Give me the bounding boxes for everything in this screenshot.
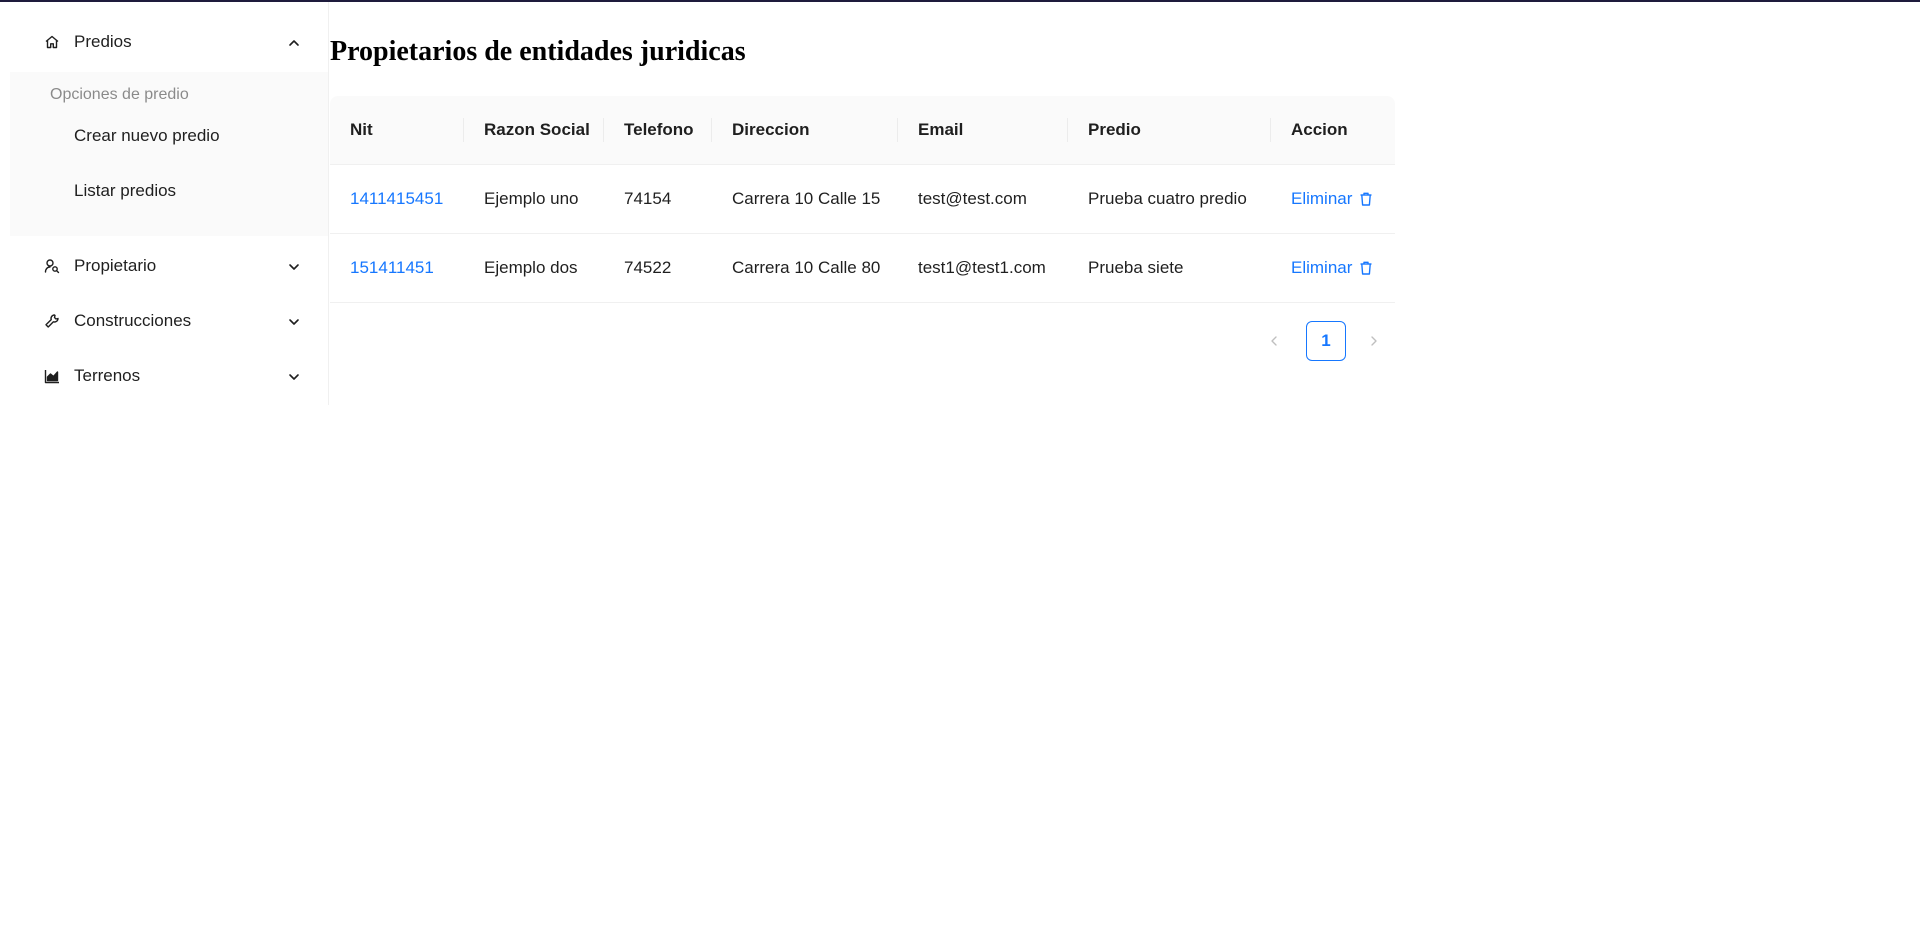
predios-submenu: Opciones de predio Crear nuevo predio Li… bbox=[10, 72, 328, 236]
cell-email: test@test.com bbox=[898, 164, 1068, 234]
sidebar-item-label: Predios bbox=[74, 32, 132, 51]
cell-nit: 151411451 bbox=[330, 233, 464, 303]
sidebar-item-propietario[interactable]: Propietario bbox=[10, 246, 328, 286]
chevron-right-icon bbox=[1371, 336, 1377, 346]
cell-predio: Prueba siete bbox=[1068, 233, 1271, 303]
cell-predio: Prueba cuatro predio bbox=[1068, 164, 1271, 234]
cell-accion: Eliminar bbox=[1271, 164, 1395, 234]
sidebar-item-terrenos[interactable]: Terrenos bbox=[10, 356, 328, 396]
page-title: Propietarios de entidades juridicas bbox=[330, 36, 746, 67]
eliminar-button[interactable]: Eliminar bbox=[1291, 258, 1374, 278]
chevron-down-icon bbox=[288, 370, 300, 382]
pagination-prev-button[interactable] bbox=[1258, 321, 1290, 361]
sidebar-item-label: Construcciones bbox=[74, 311, 192, 330]
column-header-telefono: Telefono bbox=[604, 96, 712, 165]
cell-telefono: 74154 bbox=[604, 164, 712, 234]
cell-direccion: Carrera 10 Calle 80 bbox=[712, 233, 898, 303]
column-header-razon-social: Razon Social bbox=[464, 96, 604, 165]
wrench-icon bbox=[44, 313, 60, 329]
pagination-page-1[interactable]: 1 bbox=[1306, 321, 1346, 361]
column-header-accion: Accion bbox=[1271, 96, 1395, 165]
table-row: 1411415451 Ejemplo uno 74154 Carrera 10 … bbox=[330, 164, 1395, 234]
home-icon bbox=[44, 34, 60, 50]
sidebar-menu: Predios Opciones de predio Crear nuevo p… bbox=[10, 2, 329, 405]
table-header-row: Nit Razon Social Telefono Direccion Emai… bbox=[330, 96, 1395, 165]
chevron-down-icon bbox=[288, 260, 300, 272]
eliminar-label: Eliminar bbox=[1291, 189, 1353, 208]
nit-link[interactable]: 151411451 bbox=[350, 258, 434, 277]
cell-razon-social: Ejemplo uno bbox=[464, 164, 604, 234]
eliminar-button[interactable]: Eliminar bbox=[1291, 189, 1374, 209]
sidebar-item-label: Propietario bbox=[74, 256, 157, 275]
sidebar-item-label: Crear nuevo predio bbox=[74, 126, 220, 145]
nit-link[interactable]: 1411415451 bbox=[350, 189, 443, 208]
sidebar-item-crear-nuevo-predio[interactable]: Crear nuevo predio bbox=[10, 116, 328, 156]
trash-icon bbox=[1360, 261, 1372, 275]
cell-telefono: 74522 bbox=[604, 233, 712, 303]
cell-accion: Eliminar bbox=[1271, 233, 1395, 303]
user-search-icon bbox=[44, 258, 60, 274]
pagination-next-button[interactable] bbox=[1358, 321, 1390, 361]
area-chart-icon bbox=[44, 368, 60, 384]
submenu-group-title: Opciones de predio bbox=[50, 86, 189, 103]
cell-razon-social: Ejemplo dos bbox=[464, 233, 604, 303]
table-row: 151411451 Ejemplo dos 74522 Carrera 10 C… bbox=[330, 233, 1395, 303]
sidebar-item-label: Terrenos bbox=[74, 366, 141, 385]
cell-direccion: Carrera 10 Calle 15 bbox=[712, 164, 898, 234]
propietarios-table: Nit Razon Social Telefono Direccion Emai… bbox=[330, 96, 1395, 303]
cell-email: test1@test1.com bbox=[898, 233, 1068, 303]
column-header-nit: Nit bbox=[330, 96, 464, 165]
column-header-predio: Predio bbox=[1068, 96, 1271, 165]
sidebar-item-listar-predios[interactable]: Listar predios bbox=[10, 171, 328, 211]
chevron-up-icon bbox=[288, 36, 300, 48]
sidebar-item-predios[interactable]: Predios bbox=[10, 22, 328, 62]
sidebar-item-construcciones[interactable]: Construcciones bbox=[10, 301, 328, 341]
sidebar-item-label: Listar predios bbox=[74, 181, 177, 200]
cell-nit: 1411415451 bbox=[330, 164, 464, 234]
column-header-direccion: Direccion bbox=[712, 96, 898, 165]
eliminar-label: Eliminar bbox=[1291, 258, 1353, 277]
chevron-left-icon bbox=[1271, 336, 1277, 346]
column-header-email: Email bbox=[898, 96, 1068, 165]
trash-icon bbox=[1360, 192, 1372, 206]
chevron-down-icon bbox=[288, 315, 300, 327]
